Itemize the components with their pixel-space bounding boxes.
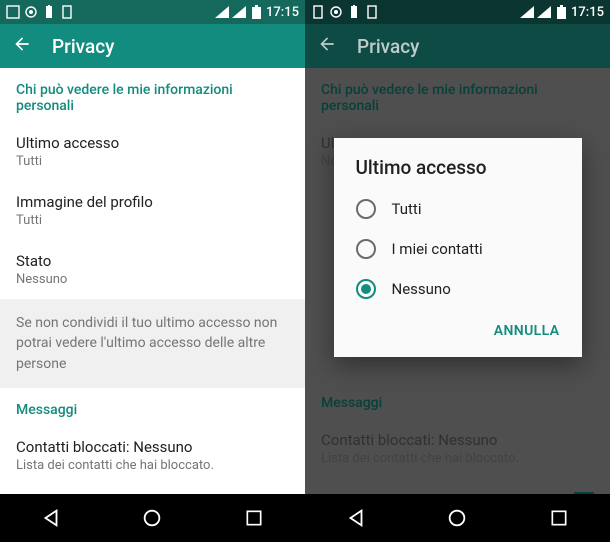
nav-recent-icon[interactable] <box>545 504 573 532</box>
app-bar-title: Privacy <box>357 35 419 58</box>
status-left-icons <box>311 5 520 19</box>
pref-title: Stato <box>16 252 289 270</box>
nav-home-icon[interactable] <box>138 504 166 532</box>
status-left-icons <box>6 5 215 19</box>
card-icon <box>60 5 74 19</box>
phone-left: 17:15 Privacy Chi può vedere le mie info… <box>0 0 305 542</box>
card2-icon <box>365 5 379 19</box>
app-bar: Privacy <box>0 24 305 68</box>
radio-label: Nessuno <box>392 280 451 298</box>
status-bar: 17:15 <box>0 0 305 24</box>
radio-label: Tutti <box>392 200 422 218</box>
dialog-title: Ultimo accesso <box>334 156 582 189</box>
target-icon <box>329 5 343 19</box>
sim-icon <box>347 5 361 19</box>
radio-option-nobody[interactable]: Nessuno <box>334 269 582 309</box>
status-right-icons: 17:15 <box>215 5 299 20</box>
radio-checked-icon <box>356 279 376 299</box>
pref-profile-photo[interactable]: Immagine del profilo Tutti <box>0 181 305 240</box>
last-seen-dialog: Ultimo accesso Tutti I miei contatti Nes… <box>334 138 582 357</box>
radio-icon <box>356 199 376 219</box>
sim-icon <box>42 5 56 19</box>
nav-home-icon[interactable] <box>443 504 471 532</box>
back-icon[interactable] <box>12 34 32 58</box>
pref-title: Contatti bloccati: Nessuno <box>16 438 289 456</box>
pref-last-seen[interactable]: Ultimo accesso Tutti <box>0 122 305 181</box>
pref-read-receipts[interactable]: Conferme di lettura <box>0 485 305 494</box>
pref-value: Nessuno <box>16 272 289 287</box>
settings-content: Chi può vedere le mie informazioni perso… <box>0 68 305 494</box>
radio-option-everyone[interactable]: Tutti <box>334 189 582 229</box>
battery-icon <box>249 5 263 19</box>
status-right-icons: 17:15 <box>520 5 604 20</box>
app-bar-title: Privacy <box>52 35 114 58</box>
nav-back-icon[interactable] <box>342 504 370 532</box>
pref-value: Tutti <box>16 154 289 169</box>
status-time: 17:15 <box>266 5 299 20</box>
app-bar: Privacy <box>305 24 610 68</box>
pref-value: Tutti <box>16 213 289 228</box>
nav-back-icon[interactable] <box>37 504 65 532</box>
phone-right: 17:15 Privacy Chi può vedere le mie info… <box>305 0 610 542</box>
battery-icon <box>554 5 568 19</box>
radio-label: I miei contatti <box>392 240 483 258</box>
cancel-button[interactable]: ANNULLA <box>486 317 568 345</box>
target-icon <box>24 5 38 19</box>
dialog-actions: ANNULLA <box>334 309 582 351</box>
back-icon[interactable] <box>317 34 337 58</box>
nav-recent-icon[interactable] <box>240 504 268 532</box>
pref-title: Immagine del profilo <box>16 193 289 211</box>
nav-bar <box>0 494 305 542</box>
signal2-icon <box>232 5 246 19</box>
card-icon <box>311 5 325 19</box>
nav-bar <box>305 494 610 542</box>
pref-blocked-contacts[interactable]: Contatti bloccati: Nessuno Lista dei con… <box>0 426 305 485</box>
notification-icon <box>6 5 20 19</box>
status-time: 17:15 <box>571 5 604 20</box>
last-seen-notice: Se non condividi il tuo ultimo accesso n… <box>0 299 305 388</box>
dialog-scrim[interactable]: Ultimo accesso Tutti I miei contatti Nes… <box>305 68 610 494</box>
radio-option-my-contacts[interactable]: I miei contatti <box>334 229 582 269</box>
status-bar: 17:15 <box>305 0 610 24</box>
pref-title: Ultimo accesso <box>16 134 289 152</box>
signal2-icon <box>537 5 551 19</box>
pref-subtitle: Lista dei contatti che hai bloccato. <box>16 458 289 473</box>
section-personal-info: Chi può vedere le mie informazioni perso… <box>0 68 305 122</box>
signal-icon <box>215 5 229 19</box>
radio-icon <box>356 239 376 259</box>
signal-icon <box>520 5 534 19</box>
section-messages: Messaggi <box>0 388 305 426</box>
pref-status[interactable]: Stato Nessuno <box>0 240 305 299</box>
